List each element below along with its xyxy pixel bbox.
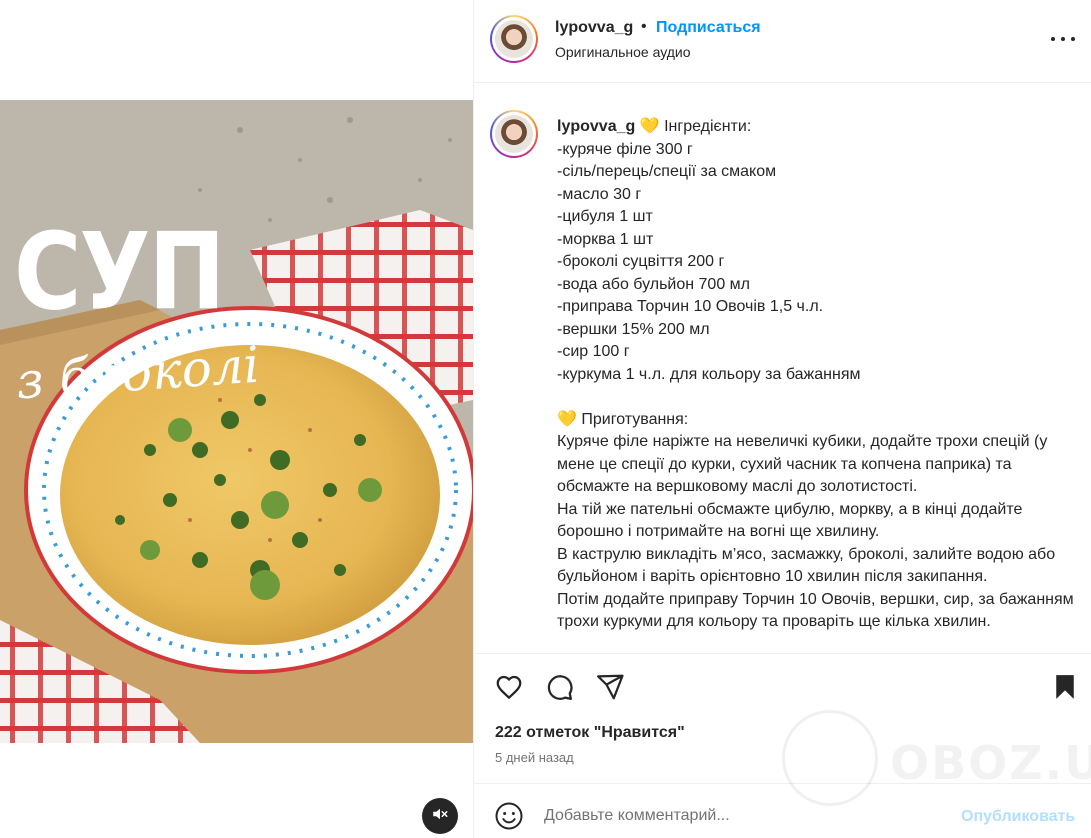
ingredient-item: -цибуля 1 шт [557, 208, 653, 225]
soup-illustration [0, 100, 473, 743]
actions-section: 222 отметок "Нравится" 5 дней назад [474, 653, 1091, 783]
ingredient-item: -сіль/перець/спеції за смаком [557, 163, 777, 180]
mute-button[interactable] [422, 798, 458, 834]
preparation-step: Потім додайте приправу Торчин 10 Овочів,… [557, 590, 1074, 631]
avatar[interactable] [490, 15, 538, 63]
comment-icon[interactable] [544, 672, 574, 702]
comment-input[interactable] [544, 804, 944, 828]
ingredient-item: -броколі суцвіття 200 г [557, 253, 725, 270]
post-time[interactable]: 5 дней назад [495, 750, 574, 765]
ingredient-item: -куряче філе 300 г [557, 140, 693, 158]
follow-button[interactable]: Подписаться [656, 19, 761, 37]
heart-emoji-icon: 💛 [557, 410, 577, 428]
bookmark-icon[interactable] [1050, 672, 1080, 702]
post-header: lypovva_g • Подписаться Оригинальное ауд… [474, 0, 1091, 83]
ingredient-item: -масло 30 г [557, 185, 642, 203]
heart-emoji-icon: 💛 [639, 118, 660, 135]
post-details-pane: lypovva_g • Подписаться Оригинальное ауд… [473, 0, 1091, 838]
publish-button[interactable]: Опубликовать [961, 808, 1075, 826]
caption-username[interactable]: lypovva_g [557, 118, 635, 135]
share-icon[interactable] [595, 672, 625, 702]
ingredient-item: -вода або бульйон 700 мл [557, 275, 751, 293]
ingredient-item: -приправа Торчин 10 Овочів 1,5 ч.л. [557, 298, 824, 315]
image-title: СУП [14, 210, 225, 334]
header-username[interactable]: lypovva_g [555, 19, 633, 37]
ingredients-title: Інгредієнти: [664, 118, 752, 135]
more-options-icon[interactable] [1051, 31, 1075, 47]
ingredient-item: -сир 100 г [557, 343, 630, 360]
caption-avatar[interactable] [490, 110, 538, 158]
comment-bar: Опубликовать [474, 783, 1091, 838]
speaker-muted-icon [431, 805, 449, 828]
caption-text: lypovva_g 💛 Інгредієнти: -куряче філе 30… [557, 116, 1077, 634]
likes-count[interactable]: 222 отметок "Нравится" [495, 724, 685, 742]
preparation-step: В каструлю викладіть м’ясо, засмажку, бр… [557, 545, 1056, 586]
audio-label[interactable]: Оригинальное аудио [555, 44, 691, 60]
heart-icon[interactable] [494, 672, 524, 702]
ingredient-item: -морква 1 шт [557, 230, 654, 248]
preparation-step: Куряче філе наріжте на невеличкі кубики,… [557, 433, 1048, 495]
media-pane: СУП з броколі [0, 0, 473, 838]
ingredient-item: -вершки 15% 200 мл [557, 320, 710, 338]
preparation-step: На тій же пательні обсмажте цибулю, морк… [557, 500, 1023, 541]
separator-dot: • [641, 18, 647, 35]
ingredient-item: -куркума 1 ч.л. для кольору за бажанням [557, 365, 861, 383]
post-image[interactable]: СУП з броколі [0, 100, 473, 743]
preparation-title: Приготування: [581, 410, 689, 428]
caption-area: lypovva_g 💛 Інгредієнти: -куряче філе 30… [474, 84, 1091, 653]
emoji-icon[interactable] [494, 801, 524, 831]
